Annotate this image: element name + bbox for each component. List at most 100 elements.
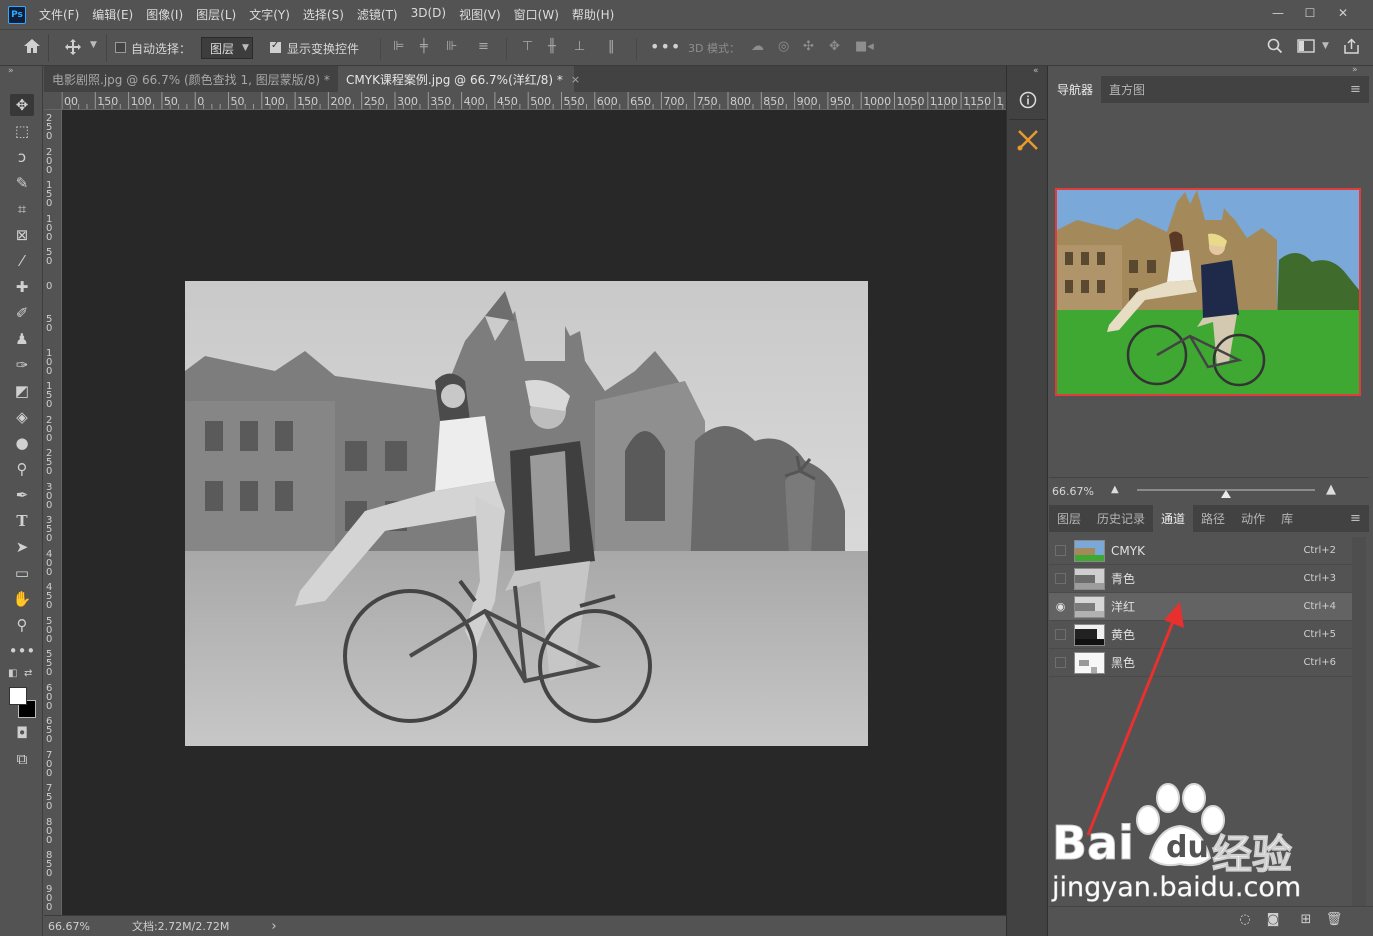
status-menu-arrow[interactable]: › — [271, 919, 276, 934]
channel-row[interactable]: 青色 Ctrl+3 — [1049, 565, 1352, 593]
3d-scale-icon[interactable]: ■◂ — [855, 39, 874, 54]
navigator-panel-menu-icon[interactable]: ≡ — [1350, 82, 1363, 97]
distribute-h-icon[interactable]: ≡ — [478, 39, 489, 54]
menu-item-7[interactable]: 3D(D) — [411, 6, 446, 23]
frame-tool-icon[interactable]: ⊠ — [10, 224, 34, 246]
align-right-icon[interactable]: ⊪ — [446, 39, 457, 54]
info-icon[interactable] — [1013, 85, 1043, 115]
photoshop-logo-icon[interactable]: Ps — [8, 5, 26, 24]
3d-slide-icon[interactable]: ✥ — [829, 39, 840, 54]
more-options-icon[interactable]: ••• — [650, 37, 681, 56]
clone-stamp-tool-icon[interactable]: ♟ — [10, 328, 34, 350]
3d-roll-icon[interactable]: ◎ — [778, 39, 789, 54]
menu-item-8[interactable]: 视图(V) — [459, 6, 501, 23]
lasso-tool-icon[interactable]: ↄ — [10, 146, 34, 168]
brush-tools-icon[interactable] — [1013, 125, 1043, 155]
visibility-eye-icon[interactable]: ◉ — [1055, 600, 1066, 613]
visibility-eye-icon[interactable] — [1055, 657, 1066, 668]
channels-panel-tab-4[interactable]: 动作 — [1233, 505, 1273, 532]
visibility-eye-icon[interactable] — [1055, 545, 1066, 556]
3d-orbit-icon[interactable]: ☁ — [751, 39, 764, 54]
blur-tool-icon[interactable]: ● — [10, 432, 34, 454]
collapse-toolbar-icon[interactable]: » — [8, 66, 14, 76]
visibility-eye-icon[interactable] — [1055, 573, 1066, 584]
channel-row[interactable]: CMYK Ctrl+2 — [1049, 537, 1352, 565]
show-transform-checkbox[interactable] — [270, 40, 281, 56]
menu-item-9[interactable]: 窗口(W) — [514, 6, 559, 23]
menu-item-0[interactable]: 文件(F) — [39, 6, 79, 23]
tab-document-2[interactable]: CMYK课程案例.jpg @ 66.7%(洋红/8) * × — [338, 66, 580, 92]
distribute-v-icon[interactable]: ‖ — [608, 39, 615, 54]
menu-item-6[interactable]: 滤镜(T) — [357, 6, 398, 23]
move-tool-icon[interactable]: ✥ — [10, 94, 34, 116]
align-bottom-icon[interactable]: ⊥ — [574, 39, 585, 54]
align-top-icon[interactable]: ⊤ — [522, 39, 533, 54]
swap-colors-icon[interactable]: ⇄ — [24, 668, 32, 679]
healing-brush-tool-icon[interactable]: ✚ — [10, 276, 34, 298]
minimize-icon[interactable]: — — [1262, 0, 1294, 25]
rectangle-tool-icon[interactable]: ▭ — [10, 562, 34, 584]
foreground-color-swatch[interactable] — [9, 687, 27, 705]
maximize-icon[interactable]: ☐ — [1294, 0, 1326, 25]
navigator-view-box[interactable] — [1055, 188, 1361, 396]
share-icon[interactable] — [1343, 38, 1360, 58]
load-channel-as-selection-icon[interactable]: ◌ — [1236, 910, 1254, 928]
zoom-tool-icon[interactable]: ⚲ — [10, 614, 34, 636]
status-zoom[interactable]: 66.67% — [48, 920, 90, 933]
visibility-eye-icon[interactable] — [1055, 629, 1066, 640]
default-colors-icon[interactable]: ◧ — [8, 668, 17, 679]
navigator-zoom-value[interactable]: 66.67% — [1052, 485, 1094, 498]
brush-tool-icon[interactable]: ✐ — [10, 302, 34, 324]
zoom-out-icon[interactable]: ▲ — [1111, 484, 1119, 495]
quick-select-tool-icon[interactable]: ✎ — [10, 172, 34, 194]
quick-mask-icon[interactable]: ◘ — [10, 722, 34, 744]
menu-item-10[interactable]: 帮助(H) — [572, 6, 614, 23]
channels-panel-menu-icon[interactable]: ≡ — [1350, 511, 1363, 526]
channels-panel-tab-1[interactable]: 历史记录 — [1089, 505, 1153, 532]
menu-item-3[interactable]: 图层(L) — [196, 6, 236, 23]
auto-select-checkbox[interactable] — [115, 42, 126, 56]
tab-document-1[interactable]: 电影剧照.jpg @ 66.7% (颜色查找 1, 图层蒙版/8) * × — [44, 66, 347, 92]
chevron-down-icon[interactable]: ▼ — [1322, 41, 1329, 51]
close-tab-icon[interactable]: × — [571, 73, 580, 86]
align-left-icon[interactable]: ⊫ — [393, 39, 404, 54]
screen-mode-icon[interactable]: ⧉ — [10, 748, 34, 770]
type-tool-icon[interactable]: T — [10, 510, 34, 532]
hand-tool-icon[interactable]: ✋ — [10, 588, 34, 610]
auto-select-target-dropdown[interactable]: 图层 ▼ — [201, 37, 253, 59]
path-selection-tool-icon[interactable]: ➤ — [10, 536, 34, 558]
history-brush-tool-icon[interactable]: ✑ — [10, 354, 34, 376]
marquee-tool-icon[interactable]: ⬚ — [10, 120, 34, 142]
close-icon[interactable]: ✕ — [1327, 0, 1359, 25]
channels-panel-tab-0[interactable]: 图层 — [1049, 505, 1089, 532]
collapse-right-dock-icon[interactable]: » — [1352, 65, 1358, 75]
zoom-in-icon[interactable]: ▲ — [1326, 482, 1336, 497]
navigator-tab-1[interactable]: 直方图 — [1101, 76, 1153, 103]
menu-item-1[interactable]: 编辑(E) — [92, 6, 133, 23]
menu-item-2[interactable]: 图像(I) — [146, 6, 183, 23]
eraser-tool-icon[interactable]: ◩ — [10, 380, 34, 402]
workspace-icon[interactable] — [1297, 39, 1315, 56]
search-icon[interactable] — [1267, 38, 1283, 57]
home-icon[interactable] — [22, 37, 42, 59]
navigator-tab-0[interactable]: 导航器 — [1049, 76, 1102, 103]
crop-tool-icon[interactable]: ⌗ — [10, 198, 34, 220]
dodge-tool-icon[interactable]: ⚲ — [10, 458, 34, 480]
document-image[interactable] — [185, 281, 868, 746]
channels-panel-tab-5[interactable]: 库 — [1273, 505, 1301, 532]
save-selection-as-channel-icon[interactable]: ◙ — [1264, 910, 1282, 928]
expand-panels-icon[interactable]: « — [1033, 66, 1039, 76]
channels-panel-tab-3[interactable]: 路径 — [1193, 505, 1233, 532]
paint-bucket-tool-icon[interactable]: ◈ — [10, 406, 34, 428]
chevron-down-icon[interactable]: ▼ — [90, 40, 97, 50]
channels-panel-tab-2[interactable]: 通道 — [1153, 505, 1194, 532]
menu-item-4[interactable]: 文字(Y) — [249, 6, 290, 23]
ruler-origin[interactable] — [44, 92, 62, 110]
3d-pan-icon[interactable]: ✣ — [803, 39, 814, 54]
new-channel-icon[interactable]: ⊞ — [1297, 910, 1315, 928]
eyedropper-tool-icon[interactable]: ⁄ — [10, 250, 34, 272]
navigator-zoom-slider-thumb[interactable] — [1221, 490, 1231, 498]
move-tool-icon[interactable] — [64, 38, 82, 60]
menu-item-5[interactable]: 选择(S) — [303, 6, 344, 23]
more-tools-icon[interactable]: ••• — [9, 640, 36, 662]
